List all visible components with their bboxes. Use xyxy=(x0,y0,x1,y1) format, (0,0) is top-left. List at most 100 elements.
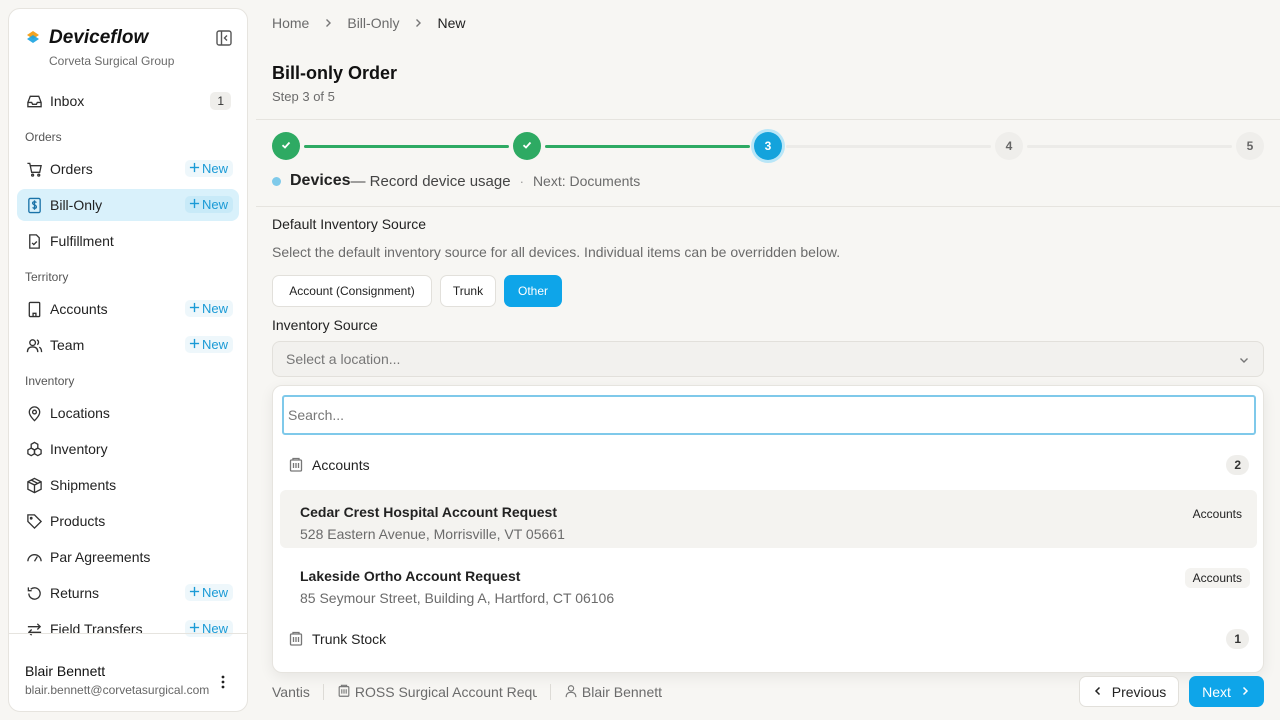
sidebar-item-fulfillment[interactable]: Fulfillment xyxy=(17,225,239,257)
collapse-sidebar-icon[interactable] xyxy=(215,29,233,47)
step-2-completed[interactable] xyxy=(513,132,541,160)
deviceflow-logo-icon xyxy=(25,29,41,48)
location-option-cedar-crest[interactable]: Cedar Crest Hospital Account Request 528… xyxy=(280,490,1257,548)
previous-button[interactable]: Previous xyxy=(1079,676,1179,707)
step-4[interactable]: 4 xyxy=(995,132,1023,160)
location-search-input[interactable] xyxy=(282,395,1256,435)
step-caption-separator: · xyxy=(519,173,524,189)
tag-icon xyxy=(25,512,43,530)
inventory-source-label: Inventory Source xyxy=(272,317,378,333)
sidebar-item-label: Inventory xyxy=(50,441,108,457)
group-count-badge: 1 xyxy=(1226,629,1249,649)
footer-account: ROSS Surgical Account Request xyxy=(337,684,537,701)
option-tag: Accounts xyxy=(1184,568,1250,588)
step-caption: Devices — Record device usage · Next: Do… xyxy=(272,172,640,190)
chevron-down-icon xyxy=(1237,353,1251,367)
step-label: Devices xyxy=(290,172,351,189)
rotate-ccw-icon xyxy=(25,584,43,602)
sidebar-item-label: Team xyxy=(50,337,85,353)
breadcrumb-current: New xyxy=(437,15,466,31)
option-address: 85 Seymour Street, Building A, Hartford,… xyxy=(300,590,615,606)
current-step-dot xyxy=(272,176,281,186)
new-team-member-button[interactable]: New xyxy=(184,336,233,353)
plus-icon xyxy=(189,337,200,352)
building-icon xyxy=(288,631,304,647)
plus-icon xyxy=(189,301,200,316)
option-title: Cedar Crest Hospital Account Request xyxy=(300,504,557,520)
sidebar-item-inventory[interactable]: Inventory xyxy=(17,433,239,465)
step-connector-1 xyxy=(304,145,509,148)
chevron-left-icon xyxy=(1092,684,1104,700)
account-name: ROSS Surgical Account Request xyxy=(354,684,537,700)
step-1-completed[interactable] xyxy=(272,132,300,160)
option-title: Lakeside Ortho Account Request xyxy=(300,568,521,584)
sidebar-item-orders[interactable]: Orders New xyxy=(17,153,239,185)
check-icon xyxy=(280,139,292,154)
location-option-lakeside-ortho[interactable]: Lakeside Ortho Account Request 85 Seymou… xyxy=(280,554,1257,612)
new-label: New xyxy=(201,161,228,176)
stepper-divider xyxy=(256,206,1280,207)
map-pin-icon xyxy=(25,404,43,422)
next-step-label: Next: Documents xyxy=(532,173,641,189)
order-context-bar: Vantis ROSS Surgical Account Request Bla… xyxy=(272,682,662,702)
footer-separator xyxy=(549,684,551,700)
section-label-orders: Orders xyxy=(25,130,62,144)
sidebar-item-locations[interactable]: Locations xyxy=(17,397,239,429)
plus-icon xyxy=(189,585,200,600)
package-icon xyxy=(25,476,43,494)
new-label: New xyxy=(201,301,228,316)
new-return-button[interactable]: New xyxy=(184,584,233,601)
sidebar-item-shipments[interactable]: Shipments xyxy=(17,469,239,501)
footer-rep: Blair Bennett xyxy=(564,684,662,701)
sidebar-item-bill-only[interactable]: Bill-Only New xyxy=(17,189,239,221)
more-vertical-icon[interactable] xyxy=(215,674,231,690)
brand[interactable]: Deviceflow xyxy=(25,27,148,49)
stepper: 3 4 5 xyxy=(272,132,1264,160)
new-account-button[interactable]: New xyxy=(184,300,233,317)
new-order-button[interactable]: New xyxy=(184,160,233,177)
org-name: Corveta Surgical Group xyxy=(49,54,175,68)
new-label: New xyxy=(201,337,228,352)
new-label: New xyxy=(201,197,228,212)
page-title: Bill-only Order xyxy=(272,63,398,83)
building-icon xyxy=(25,300,43,318)
new-label: New xyxy=(201,585,228,600)
source-option-other[interactable]: Other xyxy=(504,275,562,307)
inbox-count-badge: 1 xyxy=(210,92,231,110)
breadcrumb-bill-only[interactable]: Bill-Only xyxy=(347,15,399,31)
location-dropdown: Accounts 2 Cedar Crest Hospital Account … xyxy=(272,385,1264,673)
previous-label: Previous xyxy=(1111,683,1167,700)
sidebar-item-label: Par Agreements xyxy=(50,549,151,565)
next-button[interactable]: Next xyxy=(1189,676,1264,707)
building-icon xyxy=(337,684,351,701)
sidebar-item-accounts[interactable]: Accounts New xyxy=(17,293,239,325)
source-option-account-consignment[interactable]: Account (Consignment) xyxy=(272,275,432,307)
sidebar-item-returns[interactable]: Returns New xyxy=(17,577,239,609)
sidebar-item-team[interactable]: Team New xyxy=(17,329,239,361)
new-bill-only-button[interactable]: New xyxy=(184,196,233,213)
chevron-right-icon xyxy=(322,17,334,29)
option-tag: Accounts xyxy=(1192,507,1242,521)
step-5[interactable]: 5 xyxy=(1236,132,1264,160)
inbox-icon xyxy=(25,92,43,110)
option-address: 528 Eastern Avenue, Morrisville, VT 0566… xyxy=(300,526,565,542)
plus-icon xyxy=(189,161,200,176)
sidebar: Deviceflow Corveta Surgical Group Inbox … xyxy=(8,8,248,712)
group-label: Accounts xyxy=(312,457,370,473)
breadcrumb-home[interactable]: Home xyxy=(272,15,309,31)
sidebar-item-inbox[interactable]: Inbox 1 xyxy=(17,85,239,117)
step-connector-2 xyxy=(545,145,750,148)
plus-icon xyxy=(189,197,200,212)
inventory-source-select[interactable]: Select a location... xyxy=(272,341,1264,377)
default-inventory-source-heading: Default Inventory Source xyxy=(272,216,427,232)
sidebar-item-label: Bill-Only xyxy=(50,197,103,213)
group-label: Trunk Stock xyxy=(312,631,387,647)
sidebar-item-par-agreements[interactable]: Par Agreements xyxy=(17,541,239,573)
source-option-trunk[interactable]: Trunk xyxy=(440,275,496,307)
footer-separator xyxy=(322,684,324,700)
default-inventory-source-description: Select the default inventory source for … xyxy=(272,244,841,260)
step-3-current[interactable]: 3 xyxy=(754,132,782,160)
header-divider xyxy=(256,119,1280,120)
user-profile[interactable]: Blair Bennett blair.bennett@corvetasurgi… xyxy=(9,633,247,713)
sidebar-item-products[interactable]: Products xyxy=(17,505,239,537)
